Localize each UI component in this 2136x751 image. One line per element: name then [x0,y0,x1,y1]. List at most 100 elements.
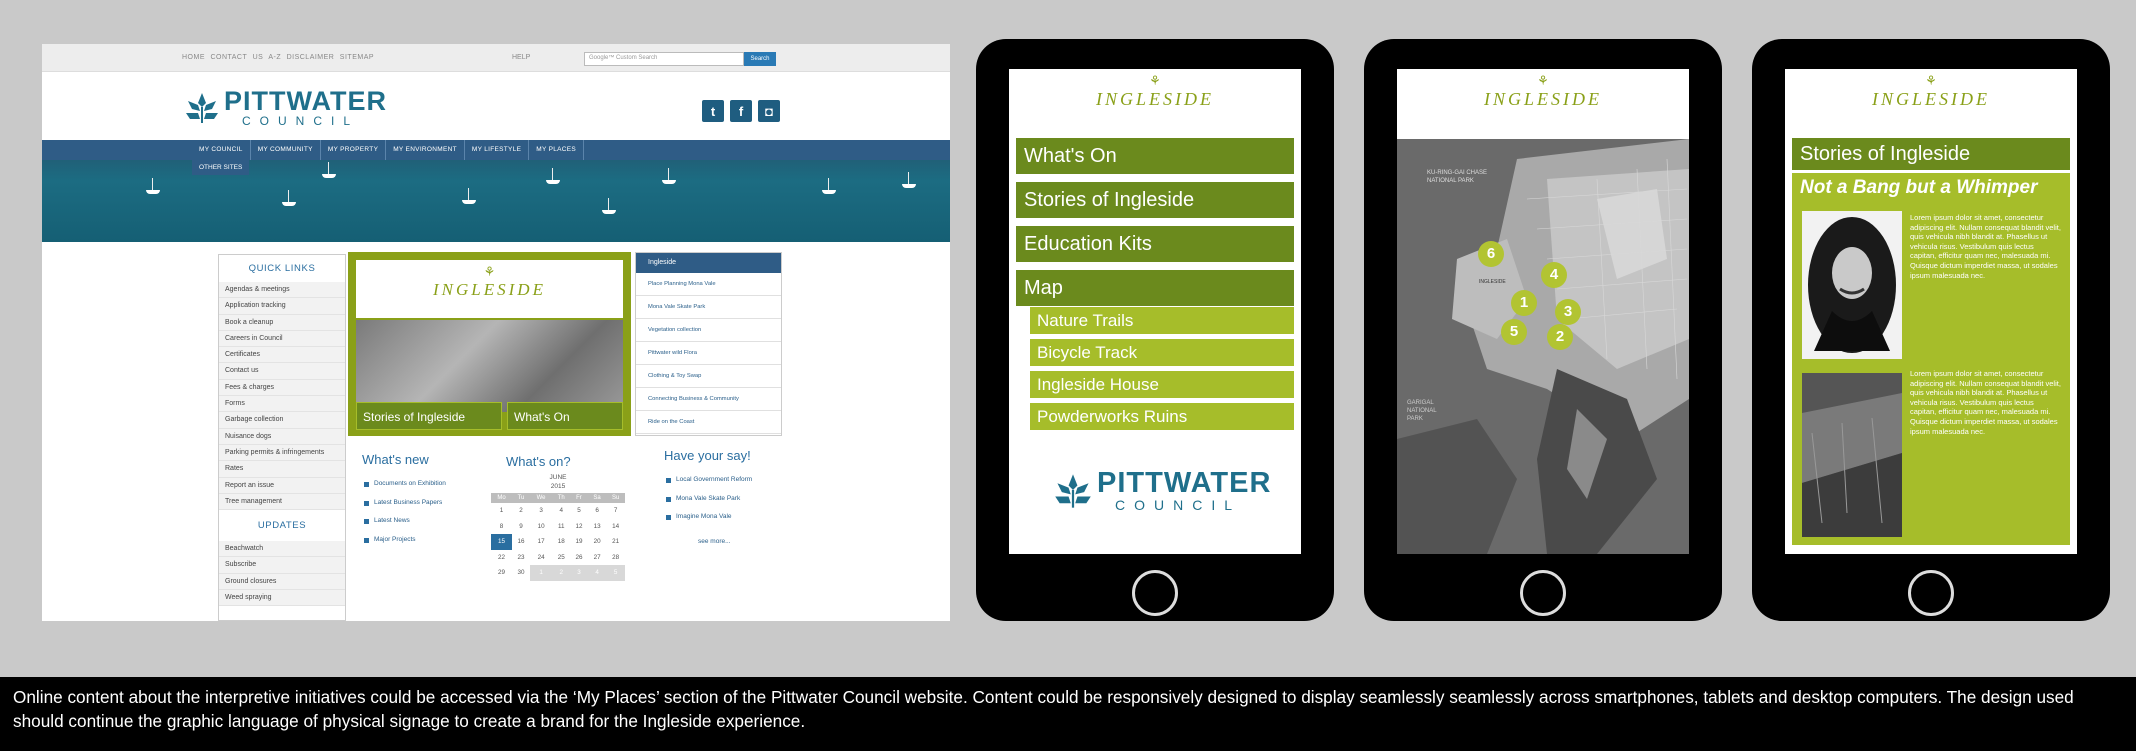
whats-new-link[interactable]: Major Projects [364,536,446,555]
whats-on-button[interactable]: What's On [507,402,623,430]
whats-new-link[interactable]: Documents on Exhibition [364,480,446,499]
nav-item-other-sites[interactable]: OTHER SITES [192,160,250,175]
calendar-day[interactable]: 11 [552,519,570,535]
ingleside-logo[interactable]: ⚘ INGLESIDE [1785,69,2077,125]
update-link[interactable]: Beachwatch [219,541,345,558]
calendar-day[interactable]: 4 [552,503,570,519]
nav-item[interactable]: MY PROPERTY [321,140,387,160]
calendar-day[interactable]: 16 [512,534,530,550]
quick-link[interactable]: Application tracking [219,298,345,315]
map-pin[interactable]: 2 [1547,324,1573,350]
quick-link[interactable]: Garbage collection [219,412,345,429]
nav-item[interactable]: MY COMMUNITY [251,140,321,160]
calendar-day[interactable]: 19 [570,534,588,550]
side-panel-item[interactable]: Place Planning Mona Vale [636,273,781,296]
calendar-day[interactable]: 10 [530,519,553,535]
calendar-day[interactable]: 27 [588,550,607,566]
calendar-day[interactable]: 29 [491,565,512,581]
utility-links[interactable]: HOME CONTACT US A-Z DISCLAIMER SITEMAP [182,54,374,61]
ingleside-logo[interactable]: ⚘ INGLESIDE [356,260,623,318]
map-pin[interactable]: 1 [1511,290,1537,316]
facebook-icon[interactable]: f [730,100,752,122]
home-button[interactable] [1132,570,1178,616]
calendar-day[interactable]: 9 [512,519,530,535]
update-link[interactable]: Subscribe [219,557,345,574]
calendar-day[interactable]: 25 [552,550,570,566]
calendar-day[interactable]: 4 [587,565,607,581]
quick-link[interactable]: Tree management [219,493,345,511]
submenu-nature-trails[interactable]: Nature Trails [1030,307,1294,335]
calendar-day[interactable]: 5 [606,565,625,581]
stories-header[interactable]: Stories of Ingleside [1792,138,2070,170]
side-panel-item[interactable]: Connecting Business & Community [636,388,781,411]
calendar-day[interactable]: 30 [512,565,530,581]
calendar-day[interactable]: 24 [530,550,553,566]
update-link[interactable]: Ground closures [219,573,345,591]
calendar-day[interactable]: 7 [606,503,625,519]
calendar-day[interactable]: 1 [491,503,512,519]
submenu-powderworks-ruins[interactable]: Powderworks Ruins [1030,403,1294,431]
menu-whats-on[interactable]: What's On [1016,138,1294,174]
whats-new-link[interactable]: Latest Business Papers [364,499,446,518]
menu-education-kits[interactable]: Education Kits [1016,226,1294,262]
quick-link[interactable]: Rates [219,461,345,478]
ingleside-map[interactable] [1397,139,1689,554]
twitter-icon[interactable]: t [702,100,724,122]
map-pin[interactable]: 3 [1555,299,1581,325]
calendar-day[interactable]: 14 [606,519,625,535]
quick-link[interactable]: Parking permits & infringements [219,444,345,462]
quick-link[interactable]: Careers in Council [219,330,345,348]
pittwater-logo[interactable]: PITTWATER COUNCIL [184,88,387,127]
calendar-day[interactable]: 3 [530,503,553,519]
see-more-link[interactable]: see more... [698,538,731,545]
calendar-day[interactable]: 18 [552,534,570,550]
side-panel-item[interactable]: Vegetation collection [636,319,781,342]
ingleside-logo[interactable]: ⚘ INGLESIDE [1397,69,1689,125]
side-panel-item[interactable]: Ride on the Coast [636,411,781,434]
instagram-icon[interactable]: ◘ [758,100,780,122]
whats-new-link[interactable]: Latest News [364,517,446,536]
calendar-day[interactable]: 15 [491,534,513,550]
help-link[interactable]: HELP [512,54,530,61]
submenu-bicycle-track[interactable]: Bicycle Track [1030,339,1294,367]
ingleside-logo[interactable]: ⚘ INGLESIDE [1009,69,1301,125]
quick-link[interactable]: Certificates [219,347,345,364]
calendar-day[interactable]: 3 [570,565,588,581]
menu-stories[interactable]: Stories of Ingleside [1016,182,1294,218]
quick-link[interactable]: Report an issue [219,477,345,494]
nav-item[interactable]: MY PLACES [529,140,585,160]
calendar-day[interactable]: 6 [588,503,607,519]
stories-button[interactable]: Stories of Ingleside [356,402,502,430]
calendar-day[interactable]: 20 [588,534,607,550]
have-your-say-link[interactable]: Imagine Mona Vale [666,513,752,532]
search-input[interactable]: Google™ Custom Search [584,52,744,66]
home-button[interactable] [1520,570,1566,616]
calendar-day[interactable]: 2 [552,565,571,581]
quick-link[interactable]: Nuisance dogs [219,428,345,445]
calendar-day[interactable]: 23 [512,550,530,566]
calendar-day[interactable]: 17 [530,534,553,550]
update-link[interactable]: Weed spraying [219,590,345,607]
side-panel-item[interactable]: Pittwater wild Flora [636,342,781,365]
quick-link[interactable]: Contact us [219,363,345,380]
calendar-day[interactable]: 13 [588,519,607,535]
calendar-day[interactable]: 22 [491,550,512,566]
calendar-day[interactable]: 1 [529,565,553,581]
menu-map[interactable]: Map [1016,270,1294,306]
nav-item[interactable]: MY COUNCIL [192,140,251,160]
calendar-day[interactable]: 21 [606,534,625,550]
quick-link[interactable]: Agendas & meetings [219,282,345,299]
have-your-say-link[interactable]: Local Government Reform [666,476,752,495]
map-pin[interactable]: 4 [1541,262,1567,288]
calendar-day[interactable]: 8 [491,519,512,535]
calendar-day[interactable]: 5 [570,503,588,519]
pittwater-logo[interactable]: PITTWATER COUNCIL [1053,469,1271,512]
quick-link[interactable]: Forms [219,396,345,413]
calendar-day[interactable]: 2 [512,503,530,519]
calendar-day[interactable]: 26 [570,550,588,566]
quick-link[interactable]: Fees & charges [219,379,345,397]
quick-link[interactable]: Book a cleanup [219,314,345,331]
nav-item[interactable]: MY LIFESTYLE [465,140,530,160]
have-your-say-link[interactable]: Mona Vale Skate Park [666,495,752,514]
search-button[interactable]: Search [744,52,776,66]
